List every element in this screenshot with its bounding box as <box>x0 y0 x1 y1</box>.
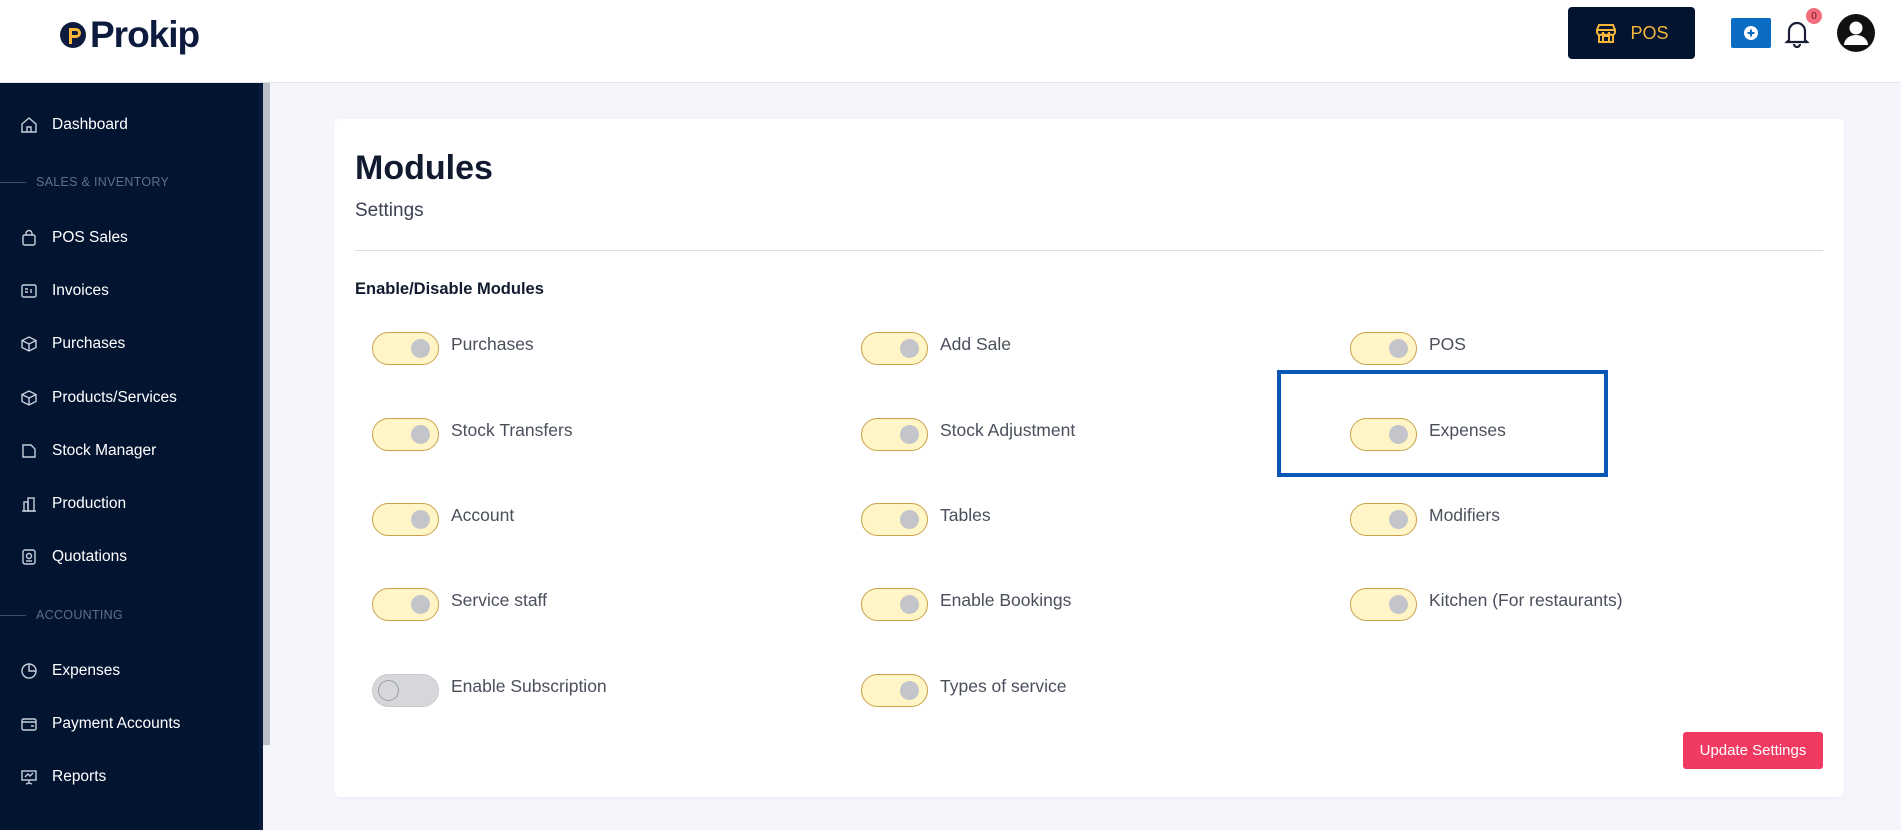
sidebar-item-quotations[interactable]: Quotations <box>20 542 127 572</box>
highlight-box <box>1277 370 1608 477</box>
sidebar-section-sales-inventory: SALES & INVENTORY <box>0 172 169 192</box>
toggle-modifiers[interactable] <box>1350 502 1417 536</box>
update-settings-button[interactable]: Update Settings <box>1683 732 1823 769</box>
sidebar-item-dashboard[interactable]: Dashboard <box>20 110 128 140</box>
logo[interactable]: Prokip <box>58 14 200 56</box>
module-kitchen: Kitchen (For restaurants) <box>1350 586 1623 622</box>
home-icon <box>21 117 37 133</box>
toggle-enable-bookings[interactable] <box>861 587 928 621</box>
top-bar: Prokip POS 0 <box>0 0 1901 83</box>
module-stock-adjustment: Stock Adjustment <box>861 416 1075 452</box>
sidebar-scrollbar[interactable] <box>263 83 270 745</box>
sidebar-item-production[interactable]: Production <box>20 489 126 519</box>
modules-card: Modules Settings Enable/Disable Modules … <box>334 119 1844 797</box>
quotation-icon <box>22 549 36 565</box>
sidebar-item-stock-manager[interactable]: Stock Manager <box>20 436 156 466</box>
sidebar-item-reports[interactable]: Reports <box>20 762 106 792</box>
notification-badge: 0 <box>1806 8 1822 24</box>
toggle-enable-subscription[interactable] <box>372 673 439 707</box>
prokip-logo-icon <box>60 22 86 48</box>
sidebar-item-invoices[interactable]: Invoices <box>20 276 109 306</box>
sidebar-item-purchases[interactable]: Purchases <box>20 329 125 359</box>
sidebar-item-products-services[interactable]: Products/Services <box>20 383 177 413</box>
toggle-pos[interactable] <box>1350 331 1417 365</box>
invoice-icon <box>21 284 37 298</box>
user-avatar-icon[interactable] <box>1836 13 1876 53</box>
pie-chart-icon <box>21 663 37 679</box>
pos-button-label: POS <box>1630 22 1669 43</box>
toggle-account[interactable] <box>372 502 439 536</box>
module-types-of-service: Types of service <box>861 672 1066 708</box>
toggle-tables[interactable] <box>861 502 928 536</box>
module-tables: Tables <box>861 501 991 537</box>
bag-icon <box>22 229 36 246</box>
purchase-box-icon <box>21 336 37 352</box>
logo-text: Prokip <box>90 14 200 55</box>
toggle-service-staff[interactable] <box>372 587 439 621</box>
divider <box>355 250 1823 251</box>
wallet-icon <box>21 718 37 731</box>
page-subtitle: Settings <box>355 200 424 221</box>
module-modifiers: Modifiers <box>1350 501 1500 537</box>
sidebar-item-pos-sales[interactable]: POS Sales <box>20 223 128 253</box>
toggle-stock-adjustment[interactable] <box>861 417 928 451</box>
section-heading: Enable/Disable Modules <box>355 280 544 298</box>
page-title: Modules <box>355 149 493 187</box>
sidebar-section-accounting: ACCOUNTING <box>0 605 123 625</box>
sidebar: Dashboard SALES & INVENTORY POS Sales In… <box>0 83 263 830</box>
module-add-sale: Add Sale <box>861 330 1011 366</box>
module-pos: POS <box>1350 330 1466 366</box>
presentation-icon <box>21 770 37 785</box>
module-service-staff: Service staff <box>372 586 547 622</box>
sidebar-item-payment-accounts[interactable]: Payment Accounts <box>20 709 180 739</box>
quick-add-button[interactable] <box>1731 18 1771 48</box>
bell-icon[interactable] <box>1783 18 1811 48</box>
module-purchases: Purchases <box>372 330 534 366</box>
toggle-types-of-service[interactable] <box>861 673 928 707</box>
module-account: Account <box>372 501 514 537</box>
product-box-icon <box>21 390 37 406</box>
sidebar-item-expenses[interactable]: Expenses <box>20 656 120 686</box>
module-stock-transfers: Stock Transfers <box>372 416 573 452</box>
plus-circle-icon <box>1744 26 1758 40</box>
store-icon <box>1596 24 1617 43</box>
toggle-kitchen[interactable] <box>1350 587 1417 621</box>
module-enable-subscription: Enable Subscription <box>372 672 607 708</box>
module-enable-bookings: Enable Bookings <box>861 586 1071 622</box>
toggle-add-sale[interactable] <box>861 331 928 365</box>
building-icon <box>22 497 36 512</box>
pos-button[interactable]: POS <box>1568 7 1695 59</box>
toggle-stock-transfers[interactable] <box>372 417 439 451</box>
folder-icon <box>22 444 36 458</box>
toggle-purchases[interactable] <box>372 331 439 365</box>
